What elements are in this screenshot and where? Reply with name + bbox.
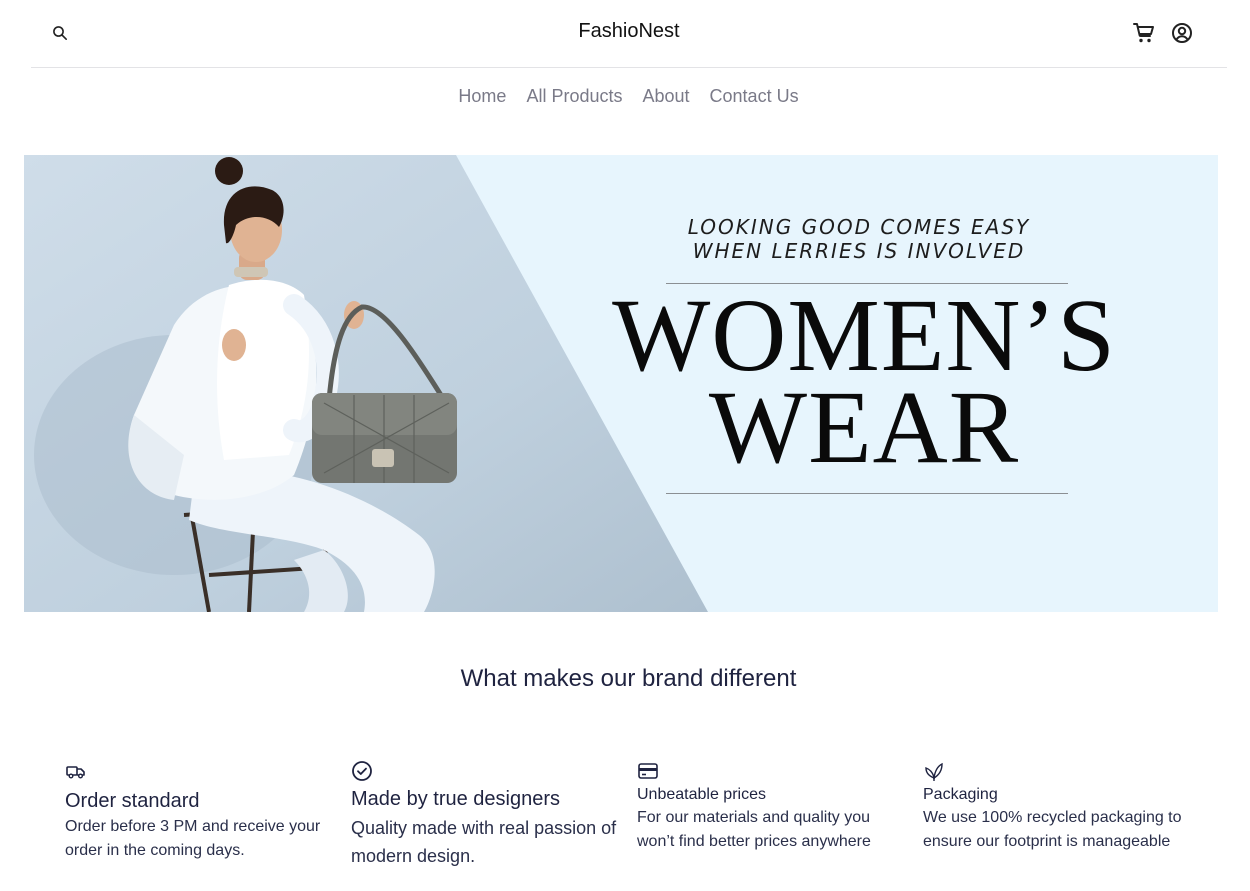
feature-description: For our materials and quality you won’t … (637, 809, 871, 850)
user-circle-icon (1172, 23, 1192, 43)
feature-description: Order before 3 PM and receive your order… (65, 818, 321, 859)
hero-banner[interactable]: LOOKING GOOD COMES EASY WHEN LERRIES IS … (24, 155, 1218, 612)
main-nav: Home All Products About Contact Us (0, 86, 1250, 107)
feature-unbeatable-prices: Unbeatable prices For our materials and … (637, 760, 907, 854)
brand-logo: FashioNest (31, 20, 1227, 43)
cart-button[interactable] (1131, 20, 1157, 46)
credit-card-icon (638, 763, 658, 779)
account-button[interactable] (1169, 20, 1195, 46)
nav-about[interactable]: About (642, 86, 689, 107)
hero-tagline-line2: WHEN LERRIES IS INVOLVED (692, 239, 1026, 263)
section-title: What makes our brand different (460, 665, 797, 692)
feature-description: Quality made with real passion of modern… (351, 818, 617, 866)
hero-divider-bottom (666, 493, 1068, 494)
nav-home[interactable]: Home (458, 86, 506, 107)
hero-headline: WOMEN’S WEAR (584, 278, 1144, 485)
leaf-icon (925, 762, 943, 781)
feature-title: Order standard (65, 790, 200, 812)
feature-made-by-designers: Made by true designers Quality made with… (351, 760, 621, 870)
feature-title: Unbeatable prices (637, 786, 766, 803)
feature-order-standard: Order standard Order before 3 PM and rec… (65, 760, 335, 863)
feature-title: Made by true designers (351, 788, 561, 810)
check-circle-icon (352, 761, 372, 781)
cart-icon (1133, 23, 1154, 43)
feature-title: Packaging (923, 786, 998, 803)
feature-description: We use 100% recycled packaging to ensure… (923, 809, 1182, 850)
hero-headline-line2: WEAR (708, 370, 1020, 485)
brand-name[interactable]: FashioNest (578, 20, 679, 42)
nav-contact-us[interactable]: Contact Us (710, 86, 799, 107)
feature-packaging: Packaging We use 100% recycled packaging… (923, 760, 1193, 854)
truck-icon (66, 766, 85, 779)
hero-tagline: LOOKING GOOD COMES EASY WHEN LERRIES IS … (584, 215, 1134, 263)
nav-all-products[interactable]: All Products (526, 86, 622, 107)
hero-headline-line1: WOMEN’S (612, 278, 1116, 393)
top-bar: FashioNest (31, 0, 1227, 68)
hero-tagline-line1: LOOKING GOOD COMES EASY (687, 215, 1031, 239)
